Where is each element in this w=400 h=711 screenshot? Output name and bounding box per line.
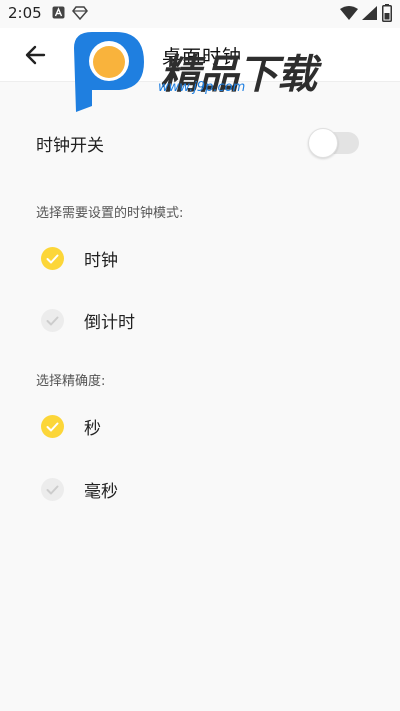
watermark-logo-icon bbox=[74, 32, 144, 112]
toggle-thumb bbox=[308, 128, 338, 158]
precision-option-seconds[interactable]: 秒 bbox=[0, 401, 400, 451]
precision-option-label: 秒 bbox=[84, 419, 101, 439]
precision-option-milliseconds[interactable]: 毫秒 bbox=[0, 464, 400, 514]
diamond-icon bbox=[72, 6, 88, 20]
precision-section-label: 选择精确度: bbox=[36, 374, 106, 389]
notification-a-icon bbox=[52, 6, 65, 19]
check-icon bbox=[41, 247, 64, 270]
mode-option-clock[interactable]: 时钟 bbox=[0, 233, 400, 283]
battery-icon bbox=[382, 4, 392, 22]
mode-option-label: 倒计时 bbox=[84, 313, 135, 333]
status-bar: 2:05 bbox=[0, 0, 400, 28]
mode-section-label: 选择需要设置的时钟模式: bbox=[36, 206, 184, 221]
clock-switch-label: 时钟开关 bbox=[36, 136, 104, 156]
precision-option-label: 毫秒 bbox=[84, 482, 118, 502]
check-icon bbox=[41, 309, 64, 332]
check-icon bbox=[41, 478, 64, 501]
mode-option-label: 时钟 bbox=[84, 251, 118, 271]
watermark-url: www.j9p.com bbox=[158, 80, 246, 95]
wifi-icon bbox=[340, 6, 358, 20]
check-icon bbox=[41, 415, 64, 438]
mode-option-countdown[interactable]: 倒计时 bbox=[0, 295, 400, 345]
back-arrow-icon[interactable] bbox=[22, 41, 50, 69]
watermark: 精品下载 www.j9p.com bbox=[68, 28, 328, 114]
status-time: 2:05 bbox=[8, 4, 42, 22]
cellular-signal-icon bbox=[362, 6, 377, 20]
clock-switch-toggle[interactable] bbox=[308, 127, 359, 158]
